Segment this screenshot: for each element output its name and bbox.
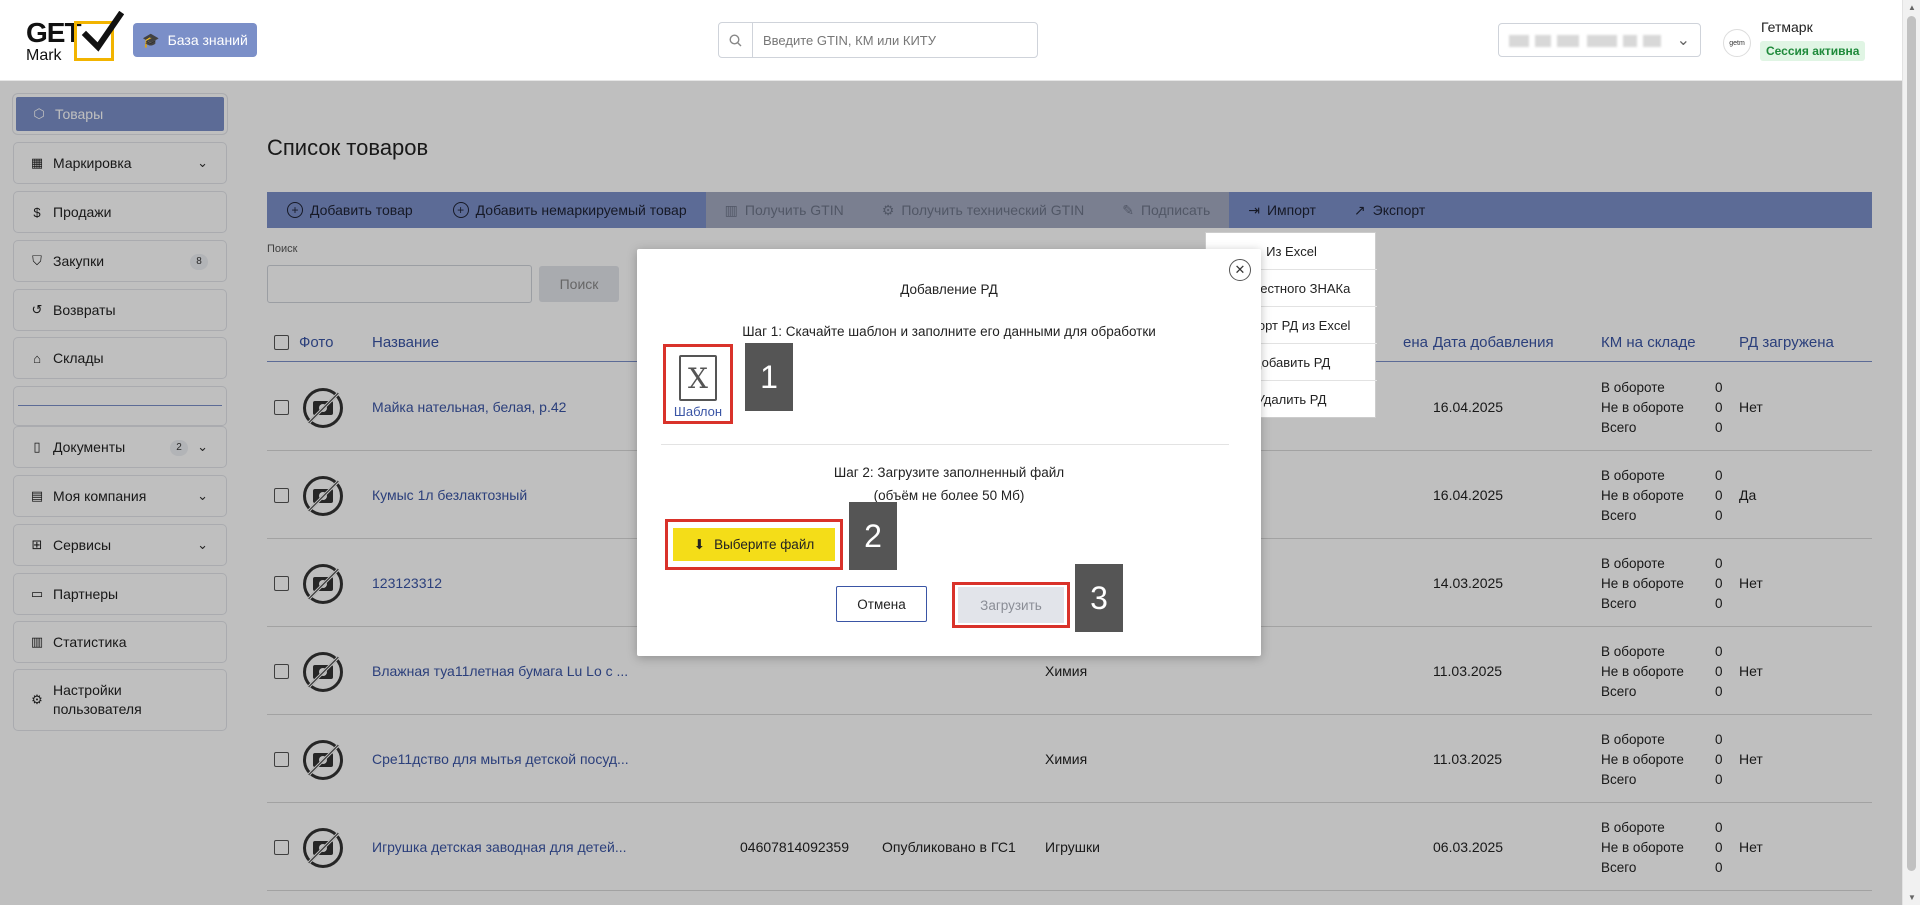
chevron-down-icon: ⌄	[1676, 32, 1690, 49]
callout-3: 3	[1075, 564, 1123, 632]
blurred-text	[1557, 35, 1579, 47]
blurred-text	[1587, 35, 1617, 47]
graduation-cap-icon: 🎓	[142, 31, 160, 48]
scroll-up-icon[interactable]: ▲	[1908, 3, 1916, 12]
callout-1: 1	[745, 343, 793, 411]
cancel-button[interactable]: Отмена	[836, 586, 927, 622]
close-icon[interactable]: ✕	[1229, 259, 1251, 281]
blurred-text	[1623, 35, 1637, 47]
global-search[interactable]	[718, 22, 1038, 58]
blurred-text	[1643, 35, 1661, 47]
upload-button[interactable]: Загрузить	[958, 587, 1064, 623]
choose-file-button[interactable]: ⬇ Выберите файл	[673, 528, 835, 561]
modal-title: Добавление РД	[900, 282, 998, 297]
page-scrollbar[interactable]: ▲ ▼	[1902, 0, 1920, 905]
step2-text: Шаг 2: Загрузите заполненный файл	[833, 465, 1065, 480]
user-name: Гетмарк	[1761, 19, 1813, 35]
blurred-text	[1535, 35, 1551, 47]
divider	[661, 444, 1229, 445]
getmark-logo[interactable]: GET Mark	[26, 11, 124, 65]
upload-highlight: Загрузить	[952, 582, 1070, 628]
search-input[interactable]	[753, 32, 1037, 48]
choose-file-highlight: ⬇ Выберите файл	[665, 519, 843, 570]
download-template-button[interactable]: X Шаблон	[663, 344, 733, 424]
add-rd-modal: ✕ Добавление РД Шаг 1: Скачайте шаблон и…	[637, 249, 1261, 656]
file-size-note: (объём не более 50 Мб)	[873, 488, 1025, 503]
organization-select[interactable]: ⌄	[1498, 23, 1701, 57]
blurred-text	[1509, 35, 1529, 47]
app-header: GET Mark 🎓 База знаний ⌄ getm Гетмарк Се…	[0, 0, 1902, 81]
scroll-down-icon[interactable]: ▼	[1908, 893, 1916, 902]
excel-file-icon: X	[679, 355, 717, 401]
scrollbar-thumb[interactable]	[1907, 16, 1916, 871]
callout-2: 2	[849, 502, 897, 570]
session-status-badge: Сессия активна	[1760, 41, 1866, 61]
search-icon	[719, 23, 753, 57]
step1-text: Шаг 1: Скачайте шаблон и заполните его д…	[742, 324, 1156, 339]
checkmark-icon	[81, 11, 124, 52]
knowledge-base-button[interactable]: 🎓 База знаний	[133, 23, 257, 57]
download-icon: ⬇	[693, 536, 706, 552]
avatar: getm	[1723, 29, 1751, 57]
